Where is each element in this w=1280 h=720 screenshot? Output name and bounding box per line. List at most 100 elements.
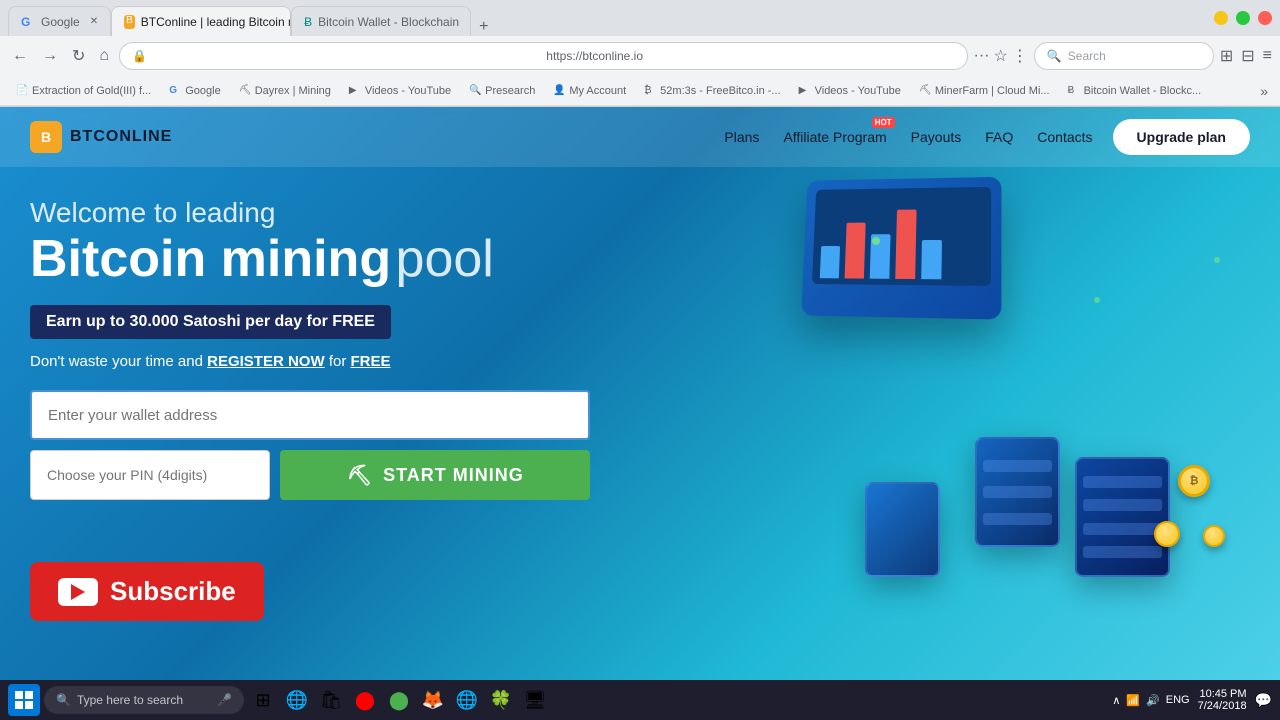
search-label: Search bbox=[1068, 49, 1106, 63]
taskbar-time-display: 10:45 PM bbox=[1198, 688, 1247, 700]
nav-payouts[interactable]: Payouts bbox=[911, 129, 962, 145]
free-link[interactable]: FREE bbox=[351, 353, 391, 370]
menu-icon[interactable]: ≡ bbox=[1263, 47, 1272, 65]
browser-search-bar[interactable]: 🔍 Search bbox=[1034, 42, 1214, 70]
tab-google-label: Google bbox=[41, 15, 80, 29]
bookmark-label: Extraction of Gold(III) f... bbox=[32, 85, 151, 97]
server-row bbox=[1083, 546, 1162, 558]
extensions-icon[interactable]: ⊞ bbox=[1220, 46, 1233, 66]
wallet-address-input[interactable] bbox=[30, 390, 590, 440]
bookmark-label: Google bbox=[185, 85, 220, 97]
bookmark-freebitco[interactable]: ₿ 52m:3s - FreeBitco.in -... bbox=[636, 83, 788, 99]
more-options-icon[interactable]: ··· bbox=[974, 47, 990, 65]
taskbar-search-label: Type here to search bbox=[77, 693, 183, 707]
bookmark-label: MinerFarm | Cloud Mi... bbox=[935, 85, 1050, 97]
address-bar[interactable]: 🔒 https://btconline.io bbox=[119, 42, 967, 70]
tab-google[interactable]: G Google ✕ bbox=[8, 6, 111, 36]
star-icon[interactable]: ⋮ bbox=[1012, 46, 1028, 66]
taskbar-search[interactable]: 🔍 Type here to search 🎤 bbox=[44, 686, 244, 714]
start-button[interactable] bbox=[8, 684, 40, 716]
site-logo: B BTCONLINE bbox=[30, 121, 172, 153]
bookmarks-more-button[interactable]: » bbox=[1256, 83, 1272, 99]
server-row bbox=[1083, 523, 1162, 535]
bookmark-label: Presearch bbox=[485, 85, 535, 97]
monitor-icon[interactable]: 🖥 bbox=[520, 685, 550, 715]
bookmark-dayrex[interactable]: ⛏ Dayrex | Mining bbox=[231, 83, 339, 99]
google-favicon: G bbox=[21, 15, 35, 29]
tab-blockchain[interactable]: Ƀ Bitcoin Wallet - Blockchain ✕ bbox=[291, 6, 471, 36]
search-icon: 🔍 bbox=[56, 693, 71, 707]
maximize-button[interactable] bbox=[1236, 11, 1250, 25]
clover-icon[interactable]: 🍀 bbox=[486, 685, 516, 715]
bookmark-myaccount[interactable]: 👤 My Account bbox=[545, 83, 634, 99]
taskbar-icon-red[interactable]: ⬤ bbox=[350, 685, 380, 715]
bookmark-youtube1[interactable]: ▶ Videos - YouTube bbox=[341, 83, 459, 99]
bookmark-label: My Account bbox=[569, 85, 626, 97]
taskbar-date-display: 7/24/2018 bbox=[1198, 700, 1247, 712]
address-bar-row: ← → ↻ ⌂ 🔒 https://btconline.io ··· ☆ ⋮ 🔍… bbox=[0, 36, 1280, 76]
bookmark-extraction[interactable]: 📄 Extraction of Gold(III) f... bbox=[8, 83, 159, 99]
upgrade-button[interactable]: Upgrade plan bbox=[1113, 119, 1250, 155]
subscribe-button[interactable]: Subscribe bbox=[30, 562, 264, 621]
windows-icon bbox=[15, 691, 33, 709]
notification-icon[interactable]: 💬 bbox=[1255, 692, 1272, 709]
back-button[interactable]: ← bbox=[8, 43, 32, 69]
expand-tray-icon[interactable]: ∧ bbox=[1112, 694, 1120, 707]
hero-title-light: pool bbox=[396, 230, 494, 288]
bookmark-favicon: ▶ bbox=[349, 85, 361, 97]
taskbar-clock[interactable]: 10:45 PM 7/24/2018 bbox=[1198, 688, 1247, 712]
bookmark-favicon: 👤 bbox=[553, 85, 565, 97]
store-icon[interactable]: 🛍 bbox=[316, 685, 346, 715]
bookmark-google[interactable]: G Google bbox=[161, 83, 228, 99]
taskbar-icon-green[interactable]: ⬤ bbox=[384, 685, 414, 715]
address-url: https://btconline.io bbox=[546, 49, 954, 63]
logo-text: BTCONLINE bbox=[70, 128, 172, 146]
chrome-icon[interactable]: 🌐 bbox=[452, 685, 482, 715]
network-icon[interactable]: 📶 bbox=[1126, 694, 1140, 707]
nav-affiliate[interactable]: Affiliate Program bbox=[783, 129, 886, 145]
blockchain-favicon: Ƀ bbox=[304, 15, 312, 29]
mining-icon: ⛏ bbox=[347, 463, 373, 488]
minimize-button[interactable] bbox=[1214, 11, 1228, 25]
bitcoin-coin-2 bbox=[1154, 521, 1180, 547]
bookmark-label: Bitcoin Wallet - Blockc... bbox=[1084, 85, 1202, 97]
lang-label: ENG bbox=[1166, 694, 1190, 706]
firefox-icon[interactable]: 🦊 bbox=[418, 685, 448, 715]
play-triangle bbox=[71, 584, 85, 600]
forward-button[interactable]: → bbox=[38, 43, 62, 69]
pin-input[interactable] bbox=[30, 450, 270, 500]
volume-icon[interactable]: 🔊 bbox=[1146, 694, 1160, 707]
browser-chrome: G Google ✕ B BTConline | leading Bitcoin… bbox=[0, 0, 1280, 107]
form-row: ⛏ START MINING bbox=[30, 450, 590, 500]
bookmark-presearch[interactable]: 🔍 Presearch bbox=[461, 83, 543, 99]
bookmark-favicon: ₿ bbox=[644, 85, 656, 97]
tab-blockchain-label: Bitcoin Wallet - Blockchain bbox=[318, 15, 459, 29]
new-tab-button[interactable]: + bbox=[471, 18, 496, 36]
refresh-button[interactable]: ↻ bbox=[68, 42, 89, 70]
nav-contacts[interactable]: Contacts bbox=[1037, 129, 1092, 145]
taskbar-right: ∧ 📶 🔊 ENG 10:45 PM 7/24/2018 💬 bbox=[1112, 688, 1272, 712]
bookmark-blockchain[interactable]: Ƀ Bitcoin Wallet - Blockc... bbox=[1060, 83, 1210, 99]
sidebar-icon[interactable]: ⊟ bbox=[1241, 46, 1254, 66]
tab-btconline-label: BTConline | leading Bitcoin mi... bbox=[141, 15, 291, 29]
tab-btconline[interactable]: B BTConline | leading Bitcoin mi... ✕ bbox=[111, 6, 291, 36]
tab-google-close[interactable]: ✕ bbox=[90, 16, 98, 27]
toolbar-icons: ⊞ ⊟ ≡ bbox=[1220, 46, 1272, 66]
bookmark-label: Videos - YouTube bbox=[365, 85, 451, 97]
bookmark-minerfarm[interactable]: ⛏ MinerFarm | Cloud Mi... bbox=[911, 83, 1058, 99]
bookmark-icon[interactable]: ☆ bbox=[994, 46, 1008, 66]
home-button[interactable]: ⌂ bbox=[95, 43, 113, 69]
bookmark-label: Videos - YouTube bbox=[815, 85, 901, 97]
title-bar: G Google ✕ B BTConline | leading Bitcoin… bbox=[0, 0, 1280, 36]
taskview-icon[interactable]: ⊞ bbox=[248, 685, 278, 715]
system-tray: ∧ 📶 🔊 ENG bbox=[1112, 694, 1189, 707]
edge-icon[interactable]: 🌐 bbox=[282, 685, 312, 715]
nav-plans[interactable]: Plans bbox=[724, 129, 759, 145]
hero-section: Welcome to leading Bitcoin mining pool E… bbox=[0, 167, 1280, 520]
bookmark-youtube2[interactable]: ▶ Videos - YouTube bbox=[791, 83, 909, 99]
start-mining-button[interactable]: ⛏ START MINING bbox=[280, 450, 590, 500]
nav-faq[interactable]: FAQ bbox=[985, 129, 1013, 145]
register-link[interactable]: REGISTER NOW bbox=[207, 353, 325, 370]
close-button[interactable] bbox=[1258, 11, 1272, 25]
hero-title-bold: Bitcoin mining bbox=[30, 230, 391, 288]
